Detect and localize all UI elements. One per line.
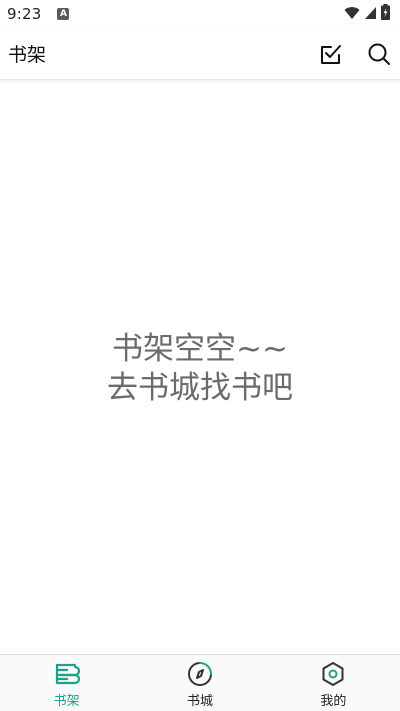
- hexagon-profile-icon: [320, 661, 346, 687]
- nav-item-bookshelf[interactable]: 书架: [0, 655, 133, 711]
- app-bar: 书架: [0, 28, 400, 80]
- nav-item-profile[interactable]: 我的: [267, 655, 400, 711]
- bottom-nav: 书架 书城 我的: [0, 654, 400, 711]
- battery-icon: [381, 4, 390, 24]
- search-button[interactable]: [366, 41, 392, 67]
- search-icon: [368, 43, 390, 65]
- status-time: 9:23: [7, 5, 42, 23]
- notification-icon: A: [57, 8, 70, 20]
- empty-state: 书架空空~~ 去书城找书吧: [0, 330, 400, 408]
- status-bar: 9:23 A: [0, 0, 400, 28]
- edit-checkbox-icon: [321, 44, 341, 64]
- bookshelf-icon: [54, 661, 80, 687]
- page-title: 书架: [8, 44, 47, 66]
- wifi-icon: [344, 5, 360, 24]
- nav-label-bookstore: 书城: [186, 694, 213, 709]
- app-bar-actions: [296, 41, 392, 67]
- compass-icon: [187, 661, 213, 687]
- screen: 9:23 A 书架 书架空空~~ 去书城找书吧 书架 书城 我的: [0, 0, 400, 711]
- nav-label-bookshelf: 书架: [53, 694, 80, 709]
- signal-icon: [364, 5, 377, 24]
- nav-item-bookstore[interactable]: 书城: [133, 655, 266, 711]
- edit-button[interactable]: [318, 41, 344, 67]
- empty-state-line1: 书架空空~~: [112, 331, 288, 367]
- empty-state-line2: 去书城找书吧: [107, 370, 293, 406]
- nav-label-profile: 我的: [320, 694, 347, 709]
- status-indicators: [344, 4, 390, 24]
